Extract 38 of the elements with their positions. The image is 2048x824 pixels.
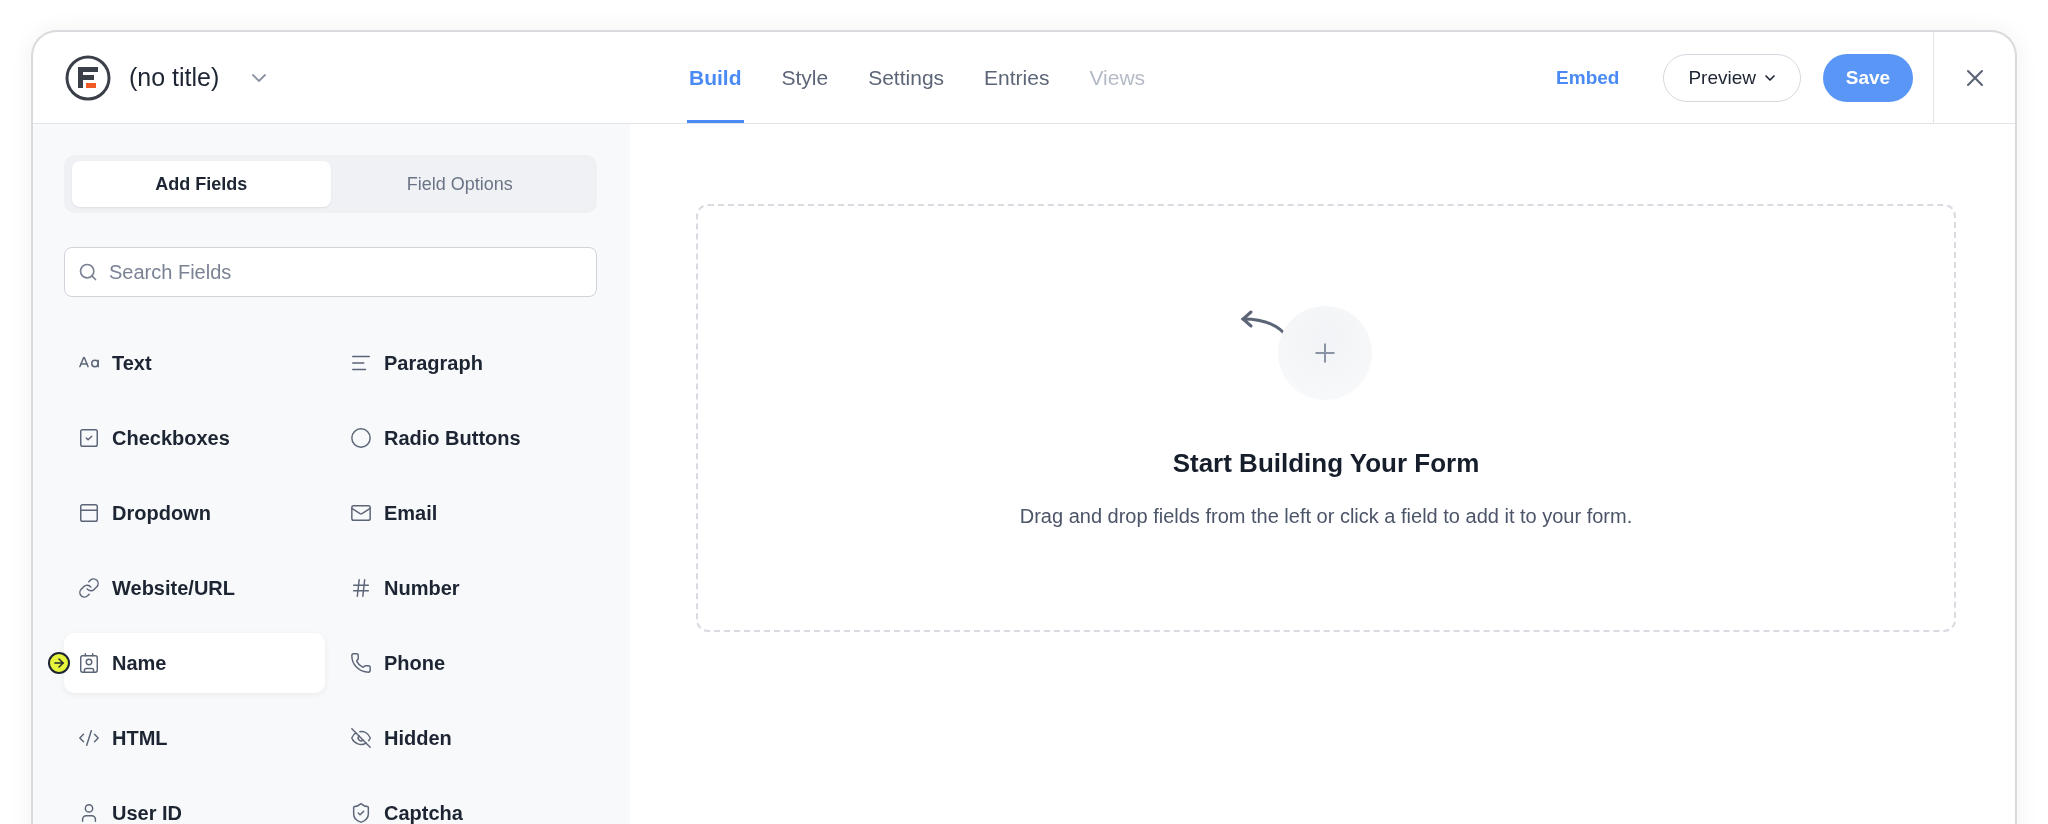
checkbox-icon — [78, 427, 100, 449]
link-icon — [78, 577, 100, 599]
search-icon — [78, 262, 98, 282]
field-type-item[interactable]: Paragraph — [336, 333, 597, 393]
search-field[interactable]: Search Fields — [64, 247, 597, 297]
drop-zone[interactable]: Start Building Your Form Drag and drop fields from the left or click a field to add it to your form. — [696, 204, 1956, 632]
preview-button[interactable]: Preview — [1663, 53, 1801, 102]
code-icon — [78, 727, 100, 749]
field-type-item[interactable]: HTML — [64, 708, 325, 768]
field-type-item[interactable]: Website/URL — [64, 558, 325, 618]
field-type-item[interactable]: Radio Buttons — [336, 408, 597, 468]
shield-check-icon — [350, 802, 372, 824]
nav-tab[interactable]: Style — [779, 32, 831, 123]
nav-tab[interactable]: Entries — [982, 32, 1052, 123]
phone-icon — [350, 652, 372, 674]
field-type-item[interactable]: Text — [64, 333, 325, 393]
field-type-item[interactable]: Name — [64, 633, 325, 693]
envelope-icon — [350, 502, 372, 524]
panel-tab[interactable]: Add Fields — [72, 161, 331, 207]
empty-state-description: Drag and drop fields from the left or click a field to add it to your form. — [1019, 505, 1633, 528]
eye-off-icon — [350, 727, 372, 749]
dropdown-icon — [78, 502, 100, 524]
field-type-item[interactable]: Hidden — [336, 708, 597, 768]
field-type-item[interactable]: Phone — [336, 633, 597, 693]
field-type-item[interactable]: Captcha — [336, 783, 597, 824]
field-type-item[interactable]: Number — [336, 558, 597, 618]
hash-icon — [350, 577, 372, 599]
field-type-item[interactable]: Checkboxes — [64, 408, 325, 468]
circle-icon — [350, 427, 372, 449]
field-type-item[interactable]: Email — [336, 483, 597, 543]
empty-state-heading: Start Building Your Form — [1172, 448, 1480, 479]
field-type-item[interactable]: Dropdown — [64, 483, 325, 543]
form-title[interactable]: (no title) — [129, 63, 220, 92]
logo-icon — [65, 54, 111, 101]
field-type-item[interactable]: User ID — [64, 783, 325, 824]
id-card-icon — [78, 652, 100, 674]
panel-tab[interactable]: Field Options — [330, 161, 589, 207]
nav-tab[interactable]: Settings — [866, 32, 947, 123]
